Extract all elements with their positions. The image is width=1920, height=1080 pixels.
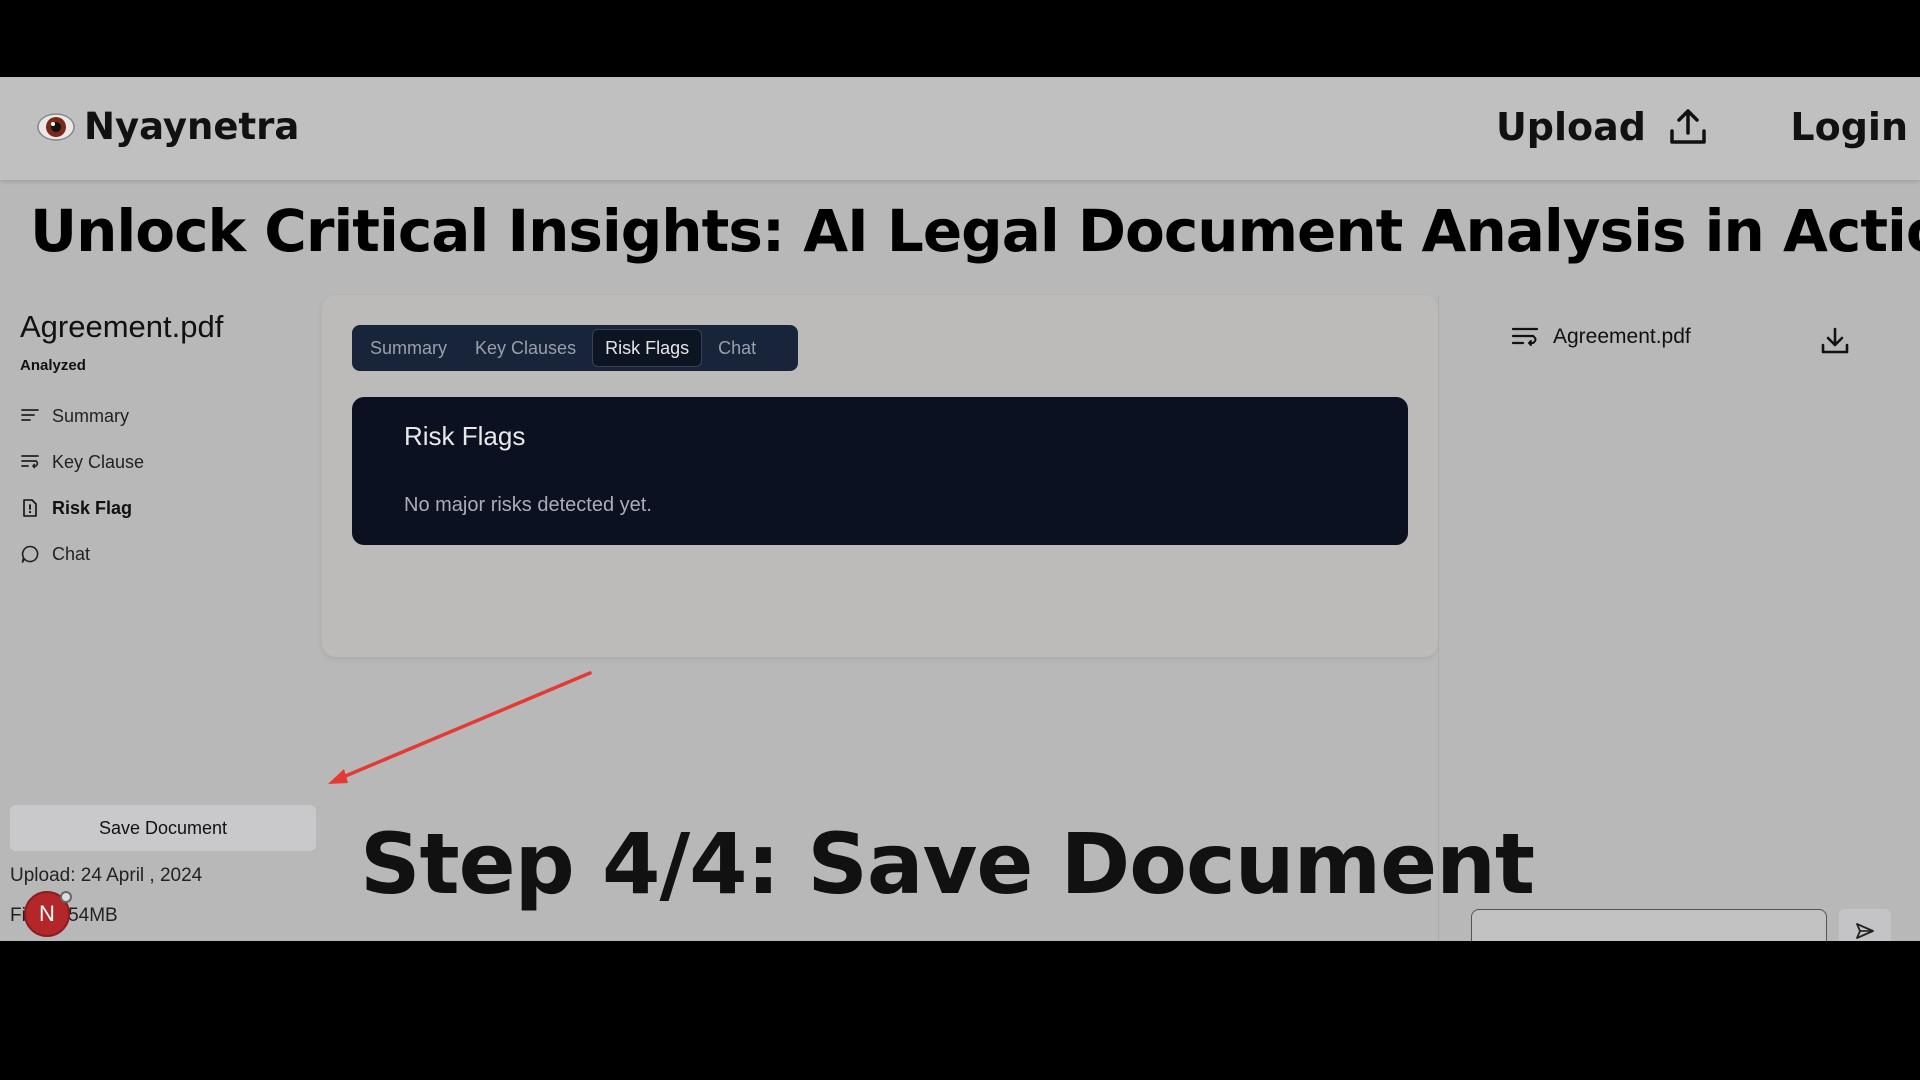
sidebar-item-label: Key Clause [52, 451, 145, 472]
annotation-arrow [328, 671, 592, 784]
tab-summary[interactable]: Summary [358, 330, 459, 366]
tab-bar: Summary Key Clauses Risk Flags Chat [352, 325, 798, 371]
brand-logo[interactable]: Nyaynetra [36, 105, 299, 148]
document-lines-icon [1511, 327, 1539, 346]
summary-lines-icon [21, 409, 39, 421]
top-navbar: Nyaynetra Upload Login [0, 77, 1920, 180]
download-button[interactable] [1819, 325, 1851, 362]
status-label: Analyzed [20, 357, 86, 374]
tab-chat[interactable]: Chat [706, 330, 768, 366]
tab-risk-flags[interactable]: Risk Flags [592, 329, 703, 367]
upload-date: Upload: 24 April , 2024 [10, 865, 203, 886]
page-headline: Unlock Critical Insights: AI Legal Docum… [30, 197, 1920, 265]
analysis-card: Summary Key Clauses Risk Flags Chat Risk… [322, 295, 1438, 657]
chat-bubble-icon [21, 545, 39, 563]
panel-title: Risk Flags [404, 421, 526, 451]
login-button[interactable]: Login [1790, 105, 1908, 149]
upload-icon [1670, 109, 1706, 144]
document-name: Agreement.pdf [1553, 325, 1691, 348]
brand-name: Nyaynetra [84, 105, 300, 148]
app-window: Nyaynetra Upload Login Unlock Critical I… [0, 77, 1920, 941]
sidebar-item-label: Chat [52, 543, 91, 564]
step-caption: Step 4/4: Save Document [360, 815, 1535, 913]
sidebar-item-label: Summary [52, 405, 130, 426]
risk-flags-panel: Risk Flags No major risks detected yet. [352, 397, 1408, 545]
sidebar-nav: Summary Key Clause Risk Flag Chat [20, 393, 300, 577]
key-clause-icon [21, 455, 39, 469]
avatar-status-dot [60, 891, 72, 903]
sidebar-item-label: Risk Flag [52, 497, 133, 518]
upload-nav-button[interactable]: Upload [1496, 105, 1708, 149]
sidebar-item-summary[interactable]: Summary [20, 393, 300, 439]
send-button[interactable] [1839, 909, 1891, 941]
sidebar-doc-title: Agreement.pdf [20, 309, 224, 344]
download-icon [1821, 327, 1849, 354]
panel-message: No major risks detected yet. [404, 494, 652, 516]
tab-key-clauses[interactable]: Key Clauses [463, 330, 588, 366]
video-frame: Nyaynetra Upload Login Unlock Critical I… [0, 0, 1920, 1080]
send-icon [1856, 923, 1874, 939]
sidebar-item-key-clause[interactable]: Key Clause [20, 439, 300, 485]
save-document-button[interactable]: Save Document [10, 805, 316, 851]
upload-nav-label: Upload [1495, 105, 1646, 149]
document-header: Agreement.pdf [1511, 325, 1691, 349]
sidebar-item-chat[interactable]: Chat [20, 531, 300, 577]
risk-flag-icon [23, 499, 37, 517]
sidebar-item-risk-flag[interactable]: Risk Flag [20, 485, 300, 531]
chat-input[interactable] [1471, 909, 1827, 941]
eye-logo-icon [37, 112, 75, 141]
